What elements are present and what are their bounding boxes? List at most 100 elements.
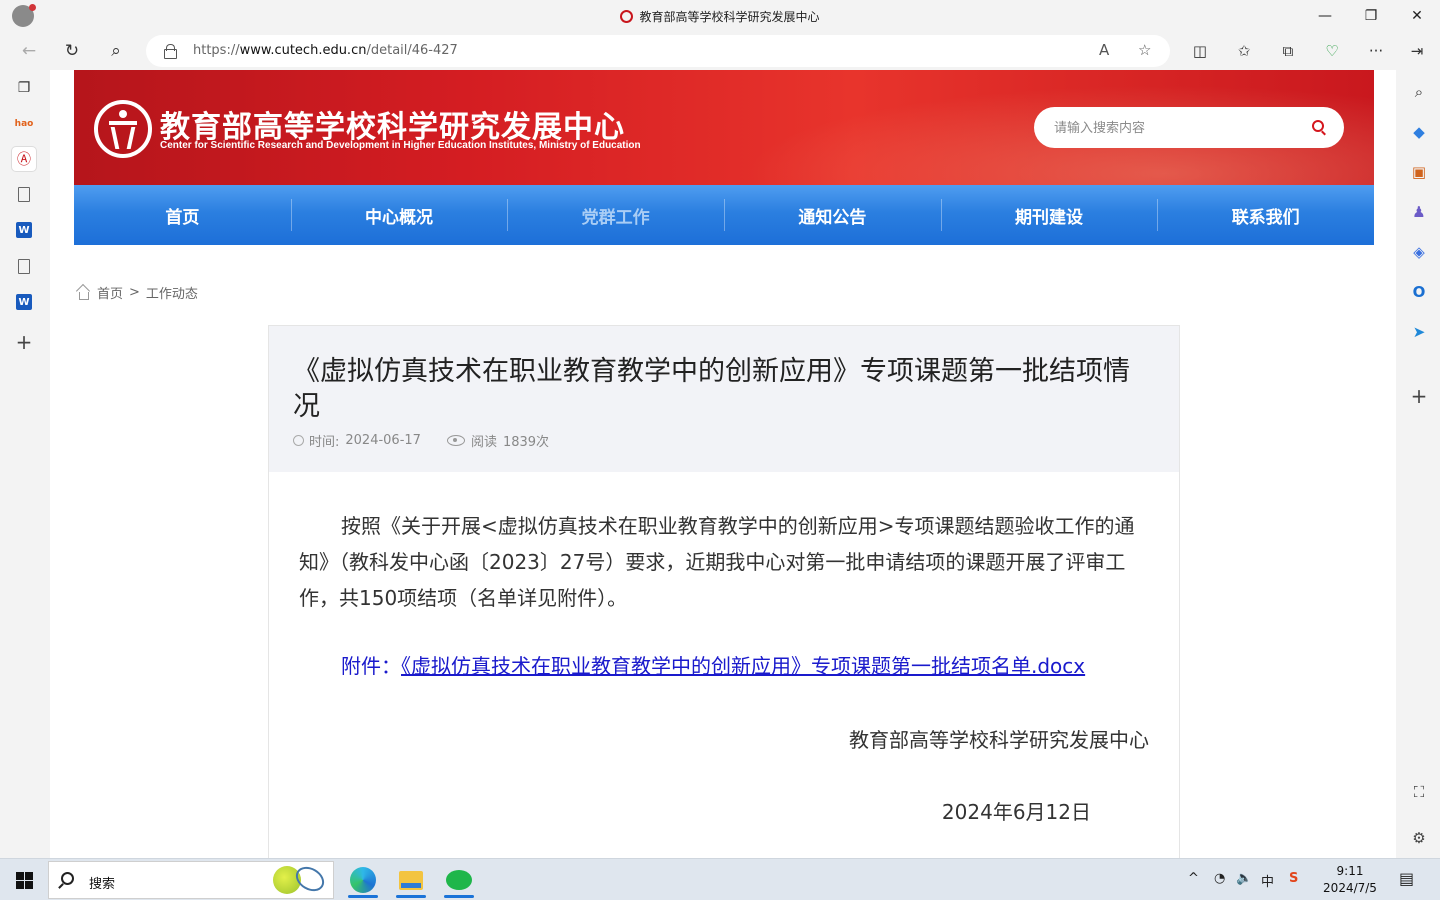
wechat-icon xyxy=(446,870,472,890)
add-sidebar-app-button[interactable]: + xyxy=(1407,384,1431,408)
nav-party[interactable]: 党群工作 xyxy=(507,185,724,245)
read-label: 阅读 xyxy=(470,435,497,450)
favorite-star-icon[interactable]: ☆ xyxy=(1138,41,1151,59)
tennis-racket-icon xyxy=(291,861,329,897)
start-button[interactable] xyxy=(16,872,33,889)
taskbar-search-label: 搜索 xyxy=(89,877,116,892)
reload-button[interactable]: ↻ xyxy=(57,36,87,66)
back-button[interactable]: ← xyxy=(14,36,44,66)
restore-button[interactable]: ❐ xyxy=(1348,0,1394,32)
nav-journals[interactable]: 期刊建设 xyxy=(940,185,1158,245)
tab-document-1[interactable] xyxy=(12,182,36,206)
article-date: 2024年6月12日 xyxy=(941,800,1091,824)
url-text[interactable]: https://www.cutech.edu.cn/detail/46-427 xyxy=(193,43,458,58)
new-tab-button[interactable]: + xyxy=(12,330,36,354)
tab-actions-icon[interactable]: ❐ xyxy=(12,76,36,100)
sidebar-search-icon[interactable]: ⌕ xyxy=(1407,80,1431,104)
breadcrumb-current[interactable]: 工作动态 xyxy=(146,283,198,302)
taskbar: 搜索 ^ ◔ 🔈 中 S 9:11 2024/7/5 ▤ xyxy=(0,858,1440,900)
site-search-box xyxy=(1034,107,1344,148)
tools-icon[interactable]: ▣ xyxy=(1407,160,1431,184)
taskbar-explorer[interactable] xyxy=(388,861,434,899)
breadcrumb-separator: > xyxy=(129,285,140,300)
nav-notices[interactable]: 通知公告 xyxy=(724,185,941,245)
breadcrumb-home[interactable]: 首页 xyxy=(97,283,123,302)
edge-sidebar: ⌕ ◆ ▣ ♟ ◈ O ➤ + ⛶ ⚙ xyxy=(1398,70,1440,858)
edge-icon xyxy=(350,867,376,893)
document-icon xyxy=(18,258,30,274)
vertical-tabs-sidebar: ❐ hao Ⓐ W W + xyxy=(0,70,48,858)
wifi-icon[interactable]: ◔ xyxy=(1214,871,1225,886)
eye-icon xyxy=(446,435,465,446)
tab-cutech-active[interactable]: Ⓐ xyxy=(12,147,36,171)
article-meta: 时间: 2024-06-17 阅读 1839次 xyxy=(293,431,549,450)
browser-toolbar: ← ↻ ⌕ https://www.cutech.edu.cn/detail/4… xyxy=(0,32,1440,70)
tray-overflow-icon[interactable]: ^ xyxy=(1188,871,1199,886)
sogou-icon[interactable]: S xyxy=(1289,871,1298,886)
site-header: 教育部高等学校科学研究发展中心 Center for Scientific Re… xyxy=(74,70,1374,185)
attachment-label: 附件： xyxy=(341,654,401,678)
article-header: 《虚拟仿真技术在职业教育教学中的创新应用》专项课题第一批结项情况 时间: 202… xyxy=(269,326,1179,472)
favorites-icon[interactable]: ✩ xyxy=(1233,40,1255,62)
read-count: 1839次 xyxy=(502,435,550,450)
notification-icon[interactable]: ▤ xyxy=(1399,869,1414,888)
performance-icon[interactable]: ♡ xyxy=(1321,40,1343,62)
tab-hao123[interactable]: hao xyxy=(12,112,36,136)
clock-date: 2024/7/5 xyxy=(1323,881,1377,895)
word-icon: W xyxy=(16,294,32,310)
taskbar-search[interactable]: 搜索 xyxy=(48,861,334,899)
shopping-tag-icon[interactable]: ◆ xyxy=(1407,120,1431,144)
clock-icon xyxy=(293,435,304,446)
article-title: 《虚拟仿真技术在职业教育教学中的创新应用》专项课题第一批结项情况 xyxy=(293,356,1130,422)
lock-icon[interactable] xyxy=(164,44,177,59)
split-screen-icon[interactable]: ◫ xyxy=(1189,40,1211,62)
article-card: 《虚拟仿真技术在职业教育教学中的创新应用》专项课题第一批结项情况 时间: 202… xyxy=(268,325,1180,858)
tab-word-2[interactable]: W xyxy=(12,290,36,314)
more-menu-icon[interactable]: ··· xyxy=(1365,40,1387,62)
copilot-icon[interactable]: ◈ xyxy=(1407,240,1431,264)
nav-contact[interactable]: 联系我们 xyxy=(1157,185,1374,245)
search-icon[interactable]: ⌕ xyxy=(101,36,131,66)
nav-about[interactable]: 中心概况 xyxy=(290,185,508,245)
site-logo-icon[interactable] xyxy=(94,100,152,158)
page-viewport: 教育部高等学校科学研究发展中心 Center for Scientific Re… xyxy=(50,70,1396,858)
clock-time: 9:11 xyxy=(1336,864,1364,878)
main-nav: 首页 中心概况 党群工作 通知公告 期刊建设 联系我们 xyxy=(74,185,1374,245)
tab-document-2[interactable] xyxy=(12,254,36,278)
site-name-en: Center for Scientific Research and Devel… xyxy=(160,140,641,151)
search-icon xyxy=(61,872,74,885)
outlook-icon[interactable]: O xyxy=(1407,280,1431,304)
ime-indicator[interactable]: 中 xyxy=(1261,871,1274,890)
tab-word-1[interactable]: W xyxy=(12,218,36,242)
address-bar[interactable]: https://www.cutech.edu.cn/detail/46-427 … xyxy=(146,35,1170,67)
article-body: 按照《关于开展<虚拟仿真技术在职业教育教学中的创新应用>专项课题结题验收工作的通… xyxy=(299,514,1135,610)
read-aloud-icon[interactable]: A xyxy=(1099,41,1109,59)
send-icon[interactable]: ➤ xyxy=(1407,320,1431,344)
document-icon xyxy=(18,186,30,202)
screenshot-icon[interactable]: ⛶ xyxy=(1407,780,1431,804)
taskbar-clock[interactable]: 9:11 2024/7/5 xyxy=(1318,863,1382,897)
breadcrumb: 首页 > 工作动态 xyxy=(76,283,198,302)
window-title: 教育部高等学校科学研究发展中心 xyxy=(0,8,1440,25)
word-icon: W xyxy=(16,222,32,238)
site-favicon-icon xyxy=(620,10,634,23)
games-icon[interactable]: ♟ xyxy=(1407,200,1431,224)
search-icon[interactable] xyxy=(1312,120,1324,132)
sidebar-settings-icon[interactable]: ⚙ xyxy=(1407,826,1431,850)
taskbar-wechat[interactable] xyxy=(436,861,482,899)
nav-home[interactable]: 首页 xyxy=(74,185,291,245)
close-button[interactable]: ✕ xyxy=(1394,0,1440,32)
attachment-line: 附件：《虚拟仿真技术在职业教育教学中的创新应用》专项课题第一批结项名单.docx xyxy=(341,650,1085,679)
attachment-link[interactable]: 《虚拟仿真技术在职业教育教学中的创新应用》专项课题第一批结项名单.docx xyxy=(401,654,1085,678)
article-signature: 教育部高等学校科学研究发展中心 xyxy=(849,728,1149,752)
site-search-input[interactable] xyxy=(1054,118,1294,138)
collections-icon[interactable]: ⧉ xyxy=(1277,40,1299,62)
sidebar-toggle-icon[interactable]: ⇥ xyxy=(1406,40,1428,62)
time-value: 2024-06-17 xyxy=(345,433,421,448)
taskbar-edge[interactable] xyxy=(340,861,386,899)
minimize-button[interactable]: — xyxy=(1302,0,1348,32)
title-bar: 教育部高等学校科学研究发展中心 — ❐ ✕ xyxy=(0,0,1440,32)
time-label: 时间: xyxy=(309,435,340,450)
volume-icon[interactable]: 🔈 xyxy=(1236,871,1252,886)
home-icon xyxy=(76,286,90,300)
